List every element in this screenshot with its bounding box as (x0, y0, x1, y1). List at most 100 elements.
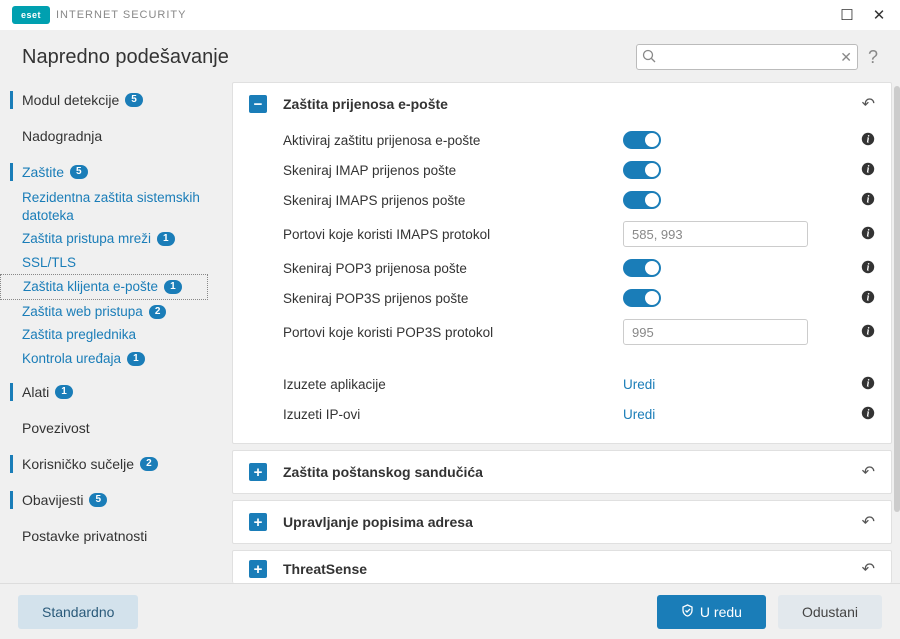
collapsed-panel: +ThreatSense↶ (232, 550, 892, 583)
setting-control (623, 319, 818, 345)
info-icon[interactable]: i (861, 162, 875, 179)
setting-control (623, 289, 818, 307)
sidebar-item-za-tita-preglednika[interactable]: Zaštita preglednika (0, 323, 232, 347)
ok-button[interactable]: U redu (657, 595, 766, 629)
sidebar-item-nadogradnja[interactable]: Nadogradnja (0, 122, 232, 150)
info-icon[interactable]: i (861, 376, 875, 393)
edit-link[interactable]: Uredi (623, 377, 655, 392)
sidebar-item-label: Postavke privatnosti (22, 528, 147, 544)
revert-icon[interactable]: ↶ (862, 559, 875, 579)
panel-header[interactable]: +ThreatSense↶ (233, 551, 891, 583)
sidebar-item-label: Zaštita web pristupa (22, 303, 143, 321)
setting-row: Aktiviraj zaštitu prijenosa e-pošte i (283, 125, 875, 155)
info-icon[interactable]: i (861, 290, 875, 307)
sidebar-item-za-tite[interactable]: Zaštite 5 (0, 158, 232, 186)
svg-text:i: i (867, 228, 870, 239)
scrollbar-thumb[interactable] (894, 86, 900, 512)
setting-label: Izuzete aplikacije (283, 377, 623, 392)
edit-link[interactable]: Uredi (623, 407, 655, 422)
toggle-switch[interactable] (623, 161, 661, 179)
svg-text:i: i (867, 408, 870, 419)
search-input[interactable] (636, 44, 858, 70)
info-icon[interactable]: i (861, 132, 875, 149)
nav-indicator (10, 491, 13, 509)
badge: 2 (140, 457, 158, 471)
setting-label: Skeniraj IMAPS prijenos pošte (283, 193, 623, 208)
revert-icon[interactable]: ↶ (862, 94, 875, 114)
setting-control (623, 259, 818, 277)
setting-row: Skeniraj IMAP prijenos poštei (283, 155, 875, 185)
sidebar-item-modul-detekcije[interactable]: Modul detekcije5 (0, 86, 232, 114)
sidebar-item-za-tita-pristupa-mre-i[interactable]: Zaštita pristupa mreži1 (0, 227, 232, 251)
badge: 5 (89, 493, 107, 507)
sidebar-item-za-tita-klijenta-e-po-te[interactable]: Zaštita klijenta e-pošte1 (0, 274, 208, 300)
toggle-switch[interactable] (623, 191, 661, 209)
expand-icon[interactable]: + (249, 560, 267, 578)
nav-indicator (10, 455, 13, 473)
panel-title: Zaštita prijenosa e-pošte (283, 96, 448, 112)
sidebar-item-label: Zaštita pristupa mreži (22, 230, 151, 248)
info-icon[interactable]: i (861, 324, 875, 341)
sidebar-item-kontrola-ure-aja[interactable]: Kontrola uređaja1 (0, 347, 232, 371)
info-icon[interactable]: i (861, 226, 875, 243)
sidebar-item-za-tita-web-pristupa[interactable]: Zaštita web pristupa 2 (0, 300, 232, 324)
maximize-button[interactable]: ☐ (838, 6, 856, 24)
collapsed-panel: +Zaštita poštanskog sandučića↶ (232, 450, 892, 494)
port-input[interactable] (623, 221, 808, 247)
setting-label: Skeniraj POP3 prijenosa pošte (283, 261, 623, 276)
toggle-switch[interactable] (623, 131, 661, 149)
port-input[interactable] (623, 319, 808, 345)
setting-label: Izuzeti IP-ovi (283, 407, 623, 422)
setting-row: Izuzete aplikacijeUredi i (283, 369, 875, 399)
sidebar-item-rezidentna-za-tita-sistemskih-datoteka[interactable]: Rezidentna zaštita sistemskih datoteka (0, 186, 232, 227)
setting-row: Skeniraj IMAPS prijenos pošte i (283, 185, 875, 215)
badge: 1 (127, 352, 145, 366)
setting-label: Aktiviraj zaštitu prijenosa e-pošte (283, 133, 623, 148)
email-transport-header[interactable]: − Zaštita prijenosa e-pošte ↶ (233, 83, 891, 125)
sidebar-item-label: Rezidentna zaštita sistemskih datoteka (22, 189, 222, 224)
panel-body: Aktiviraj zaštitu prijenosa e-pošteiSken… (233, 125, 891, 443)
sidebar-item-label: Zaštite (22, 164, 64, 180)
sidebar-item-korisni-ko-su-elje[interactable]: Korisničko sučelje 2 (0, 450, 232, 478)
cancel-button[interactable]: Odustani (778, 595, 882, 629)
sidebar-item-postavke-privatnosti[interactable]: Postavke privatnosti (0, 522, 232, 550)
setting-row: Izuzeti IP-oviUredi i (283, 399, 875, 429)
panel-header[interactable]: +Zaštita poštanskog sandučića↶ (233, 451, 891, 493)
clear-search-icon[interactable]: ✕ (840, 49, 852, 66)
toggle-switch[interactable] (623, 289, 661, 307)
sidebar-item-label: Obavijesti (22, 492, 83, 508)
revert-icon[interactable]: ↶ (862, 512, 875, 532)
svg-text:i: i (867, 292, 870, 303)
shield-icon (681, 604, 694, 620)
badge: 5 (125, 93, 143, 107)
sidebar: Modul detekcije5 Nadogradnja Zaštite 5 Rezid… (0, 82, 232, 583)
svg-text:i: i (867, 262, 870, 273)
default-button[interactable]: Standardno (18, 595, 138, 629)
collapsed-panel: +Upravljanje popisima adresa↶ (232, 500, 892, 544)
expand-icon[interactable]: + (249, 463, 267, 481)
sidebar-item-ssl-tls[interactable]: SSL/TLS (0, 251, 232, 275)
info-icon[interactable]: i (861, 406, 875, 423)
scrollbar[interactable] (892, 82, 900, 583)
help-icon[interactable]: ? (868, 47, 878, 68)
panel-header[interactable]: +Upravljanje popisima adresa↶ (233, 501, 891, 543)
info-icon[interactable]: i (861, 260, 875, 277)
sidebar-item-alati[interactable]: Alati1 (0, 378, 232, 406)
badge: 1 (55, 385, 73, 399)
nav-indicator (10, 91, 13, 109)
info-icon[interactable]: i (861, 192, 875, 209)
revert-icon[interactable]: ↶ (862, 462, 875, 482)
expand-icon[interactable]: + (249, 513, 267, 531)
close-button[interactable]: ✕ (870, 6, 888, 24)
sidebar-item-obavijesti[interactable]: Obavijesti 5 (0, 486, 232, 514)
sidebar-item-povezivost[interactable]: Povezivost (0, 414, 232, 442)
badge: 5 (70, 165, 88, 179)
sidebar-item-label: Korisničko sučelje (22, 456, 134, 472)
setting-row: Portovi koje koristi IMAPS protokoli (283, 215, 875, 253)
badge: 2 (149, 305, 167, 319)
collapse-icon[interactable]: − (249, 95, 267, 113)
setting-control (623, 221, 818, 247)
svg-text:i: i (867, 378, 870, 389)
sidebar-item-label: Povezivost (22, 420, 90, 436)
toggle-switch[interactable] (623, 259, 661, 277)
